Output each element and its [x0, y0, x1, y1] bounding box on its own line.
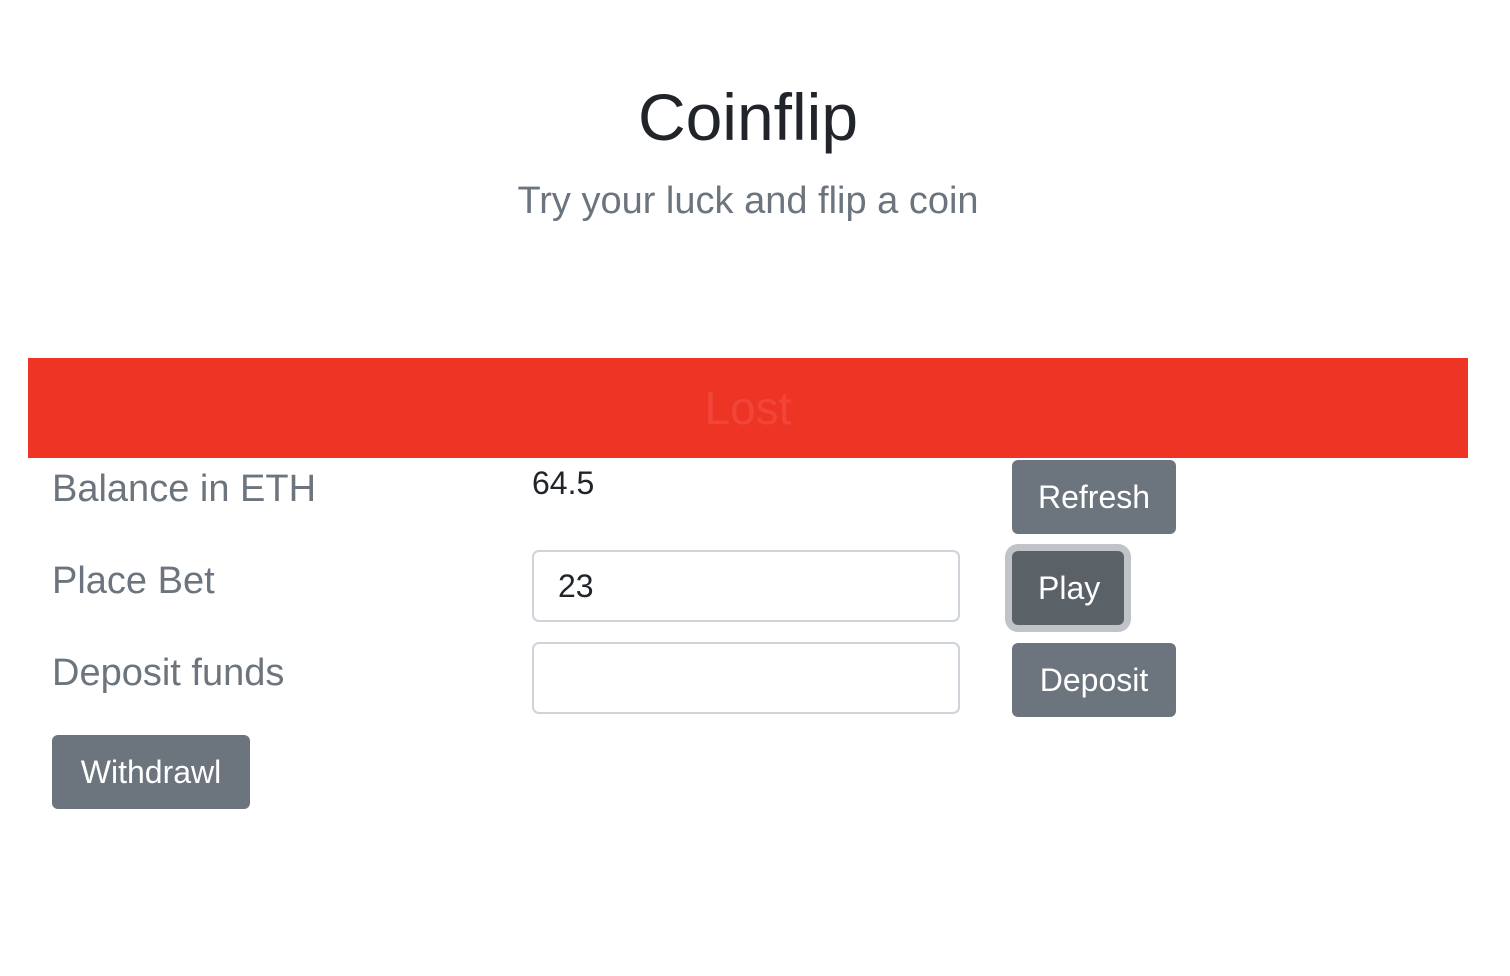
place-bet-label: Place Bet — [52, 560, 215, 602]
bet-amount-input[interactable] — [532, 550, 960, 622]
deposit-funds-label: Deposit funds — [52, 652, 285, 694]
result-banner: Lost — [28, 358, 1468, 458]
play-button[interactable]: Play — [1012, 551, 1124, 625]
deposit-button[interactable]: Deposit — [1012, 643, 1176, 717]
balance-value: 64.5 — [532, 465, 595, 501]
deposit-amount-input[interactable] — [532, 642, 960, 714]
page-subtitle: Try your luck and flip a coin — [517, 180, 979, 222]
page-title: Coinflip — [637, 80, 859, 154]
withdraw-button[interactable]: Withdrawl — [52, 735, 250, 809]
balance-label: Balance in ETH — [52, 468, 317, 510]
refresh-button[interactable]: Refresh — [1012, 460, 1176, 534]
result-text: Lost — [704, 382, 792, 434]
